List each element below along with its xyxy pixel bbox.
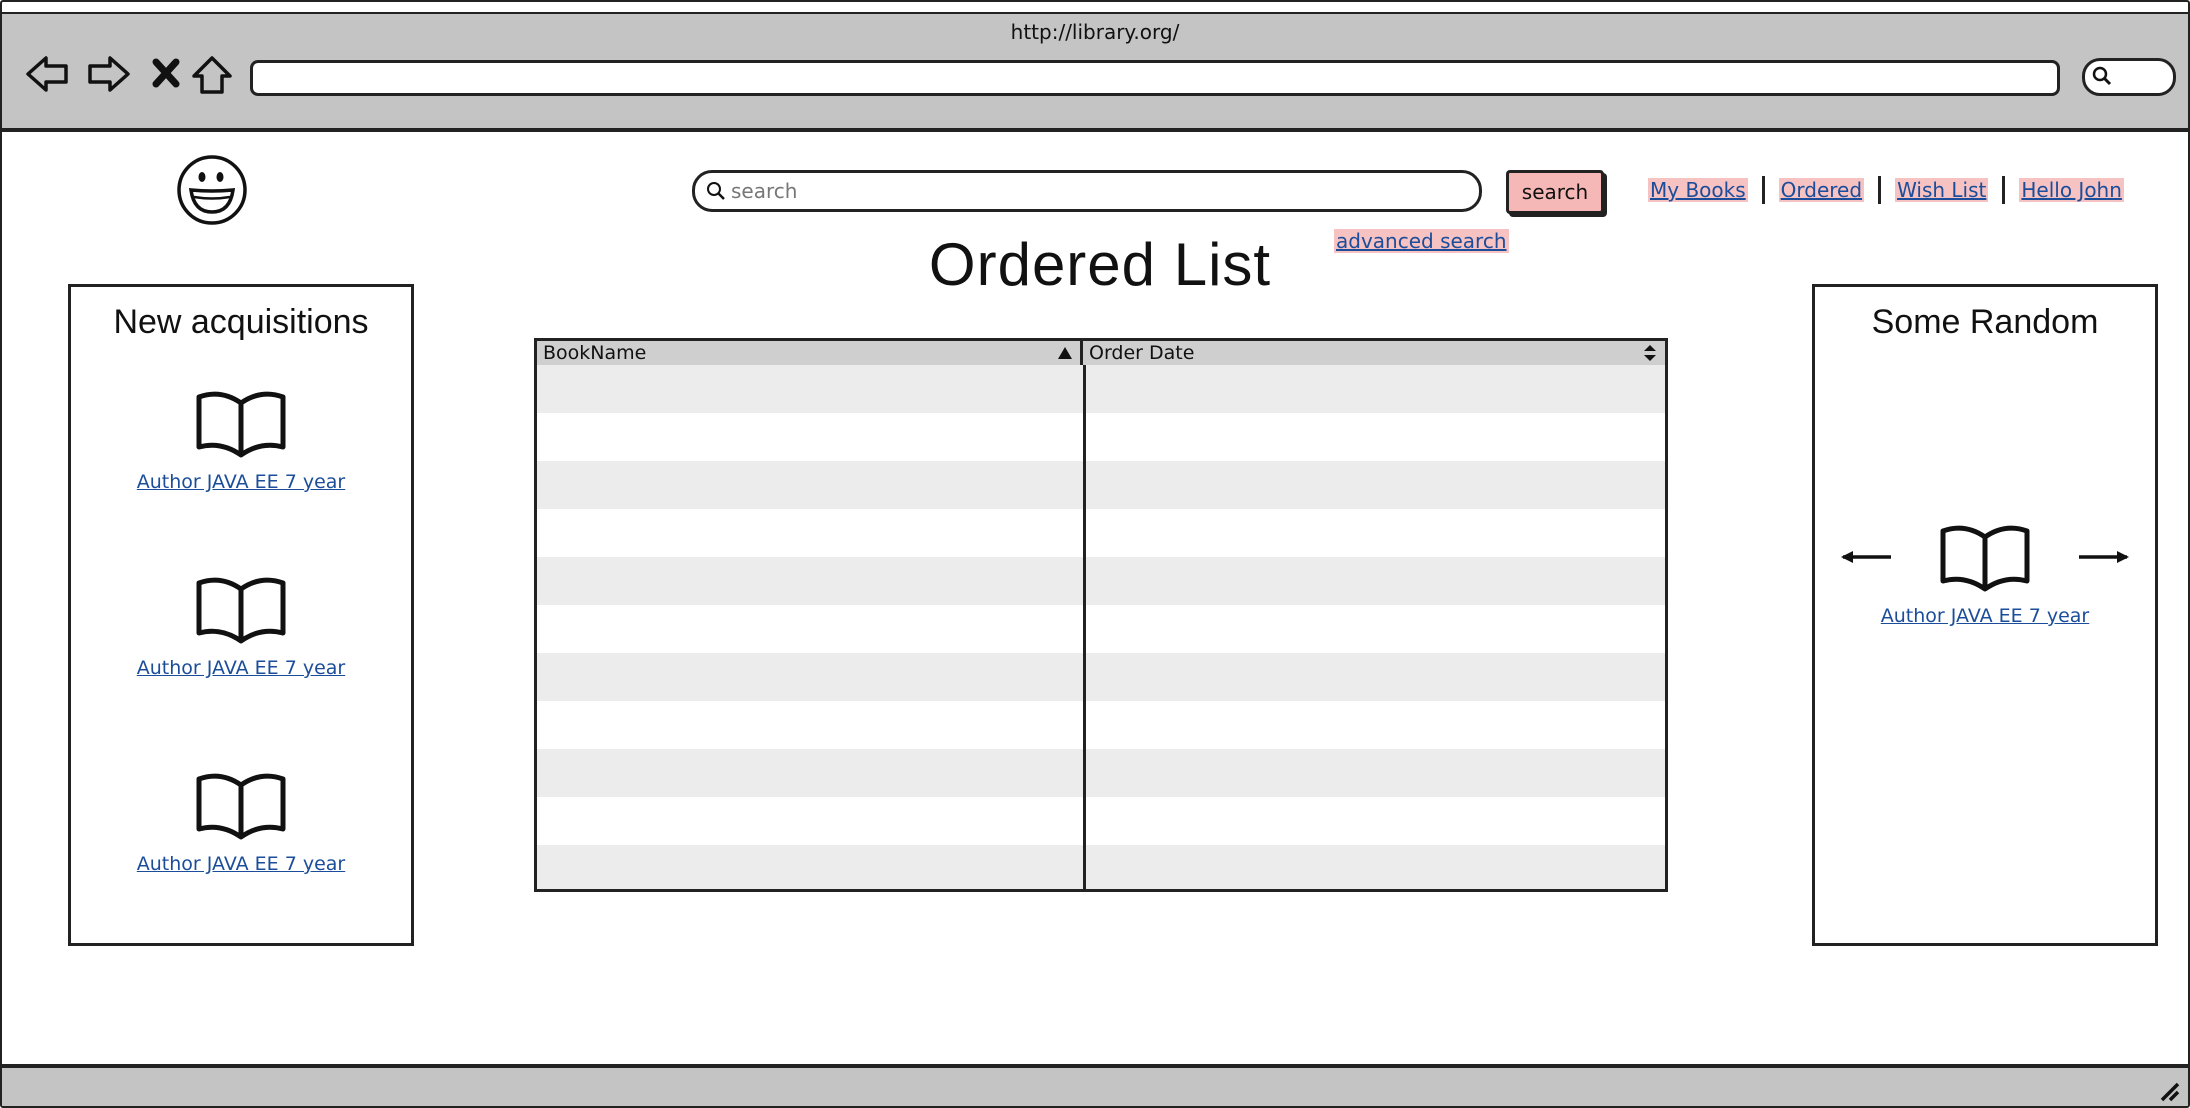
top-nav: My Books Ordered Wish List Hello John [1648,174,2124,206]
search-icon [707,182,725,200]
table-row[interactable] [537,653,1665,701]
book-icon [196,391,286,458]
column-label: Order Date [1089,342,1195,364]
sort-unsorted-icon [1644,345,1656,361]
book-icon [196,773,286,840]
table-row[interactable] [537,365,1665,413]
table-row[interactable] [537,749,1665,797]
table-row[interactable] [537,557,1665,605]
nav-link-my-books[interactable]: My Books [1648,178,1748,202]
right-arrow-icon[interactable] [2075,547,2131,567]
book-icon [196,577,286,644]
book-link[interactable]: Author JAVA EE 7 year [137,853,345,875]
nav-separator [1761,176,1765,204]
column-label: BookName [543,342,647,364]
page-title-text: Ordered List [928,231,1272,298]
some-random-panel: Some Random Author JAVA EE 7 year [1812,284,2158,946]
column-header-bookname[interactable]: BookName [537,341,1083,365]
search-icon [2092,66,2112,86]
book-icon [1940,525,2030,592]
browser-search-box[interactable] [2082,58,2176,96]
forward-icon[interactable] [84,50,132,98]
ordered-table: BookName Order Date [534,338,1668,892]
resize-grip-icon[interactable] [2154,1076,2182,1104]
nav-separator [1878,176,1882,204]
table-row[interactable] [537,845,1665,889]
nav-link-wish-list[interactable]: Wish List [1895,178,1989,202]
table-row[interactable] [537,413,1665,461]
search-button[interactable]: search [1506,170,1604,214]
panel-title: New acquisitions [113,303,369,341]
panel-title: Some Random [1871,303,2099,341]
table-row[interactable] [537,509,1665,557]
book-link[interactable]: Author JAVA EE 7 year [1881,605,2089,627]
table-body [537,365,1665,889]
nav-link-hello-john[interactable]: Hello John [2019,178,2124,202]
browser-chrome: http://library.org/ [2,12,2188,132]
nav-separator [2002,176,2006,204]
table-row[interactable] [537,605,1665,653]
sort-ascending-icon [1058,347,1072,359]
table-row[interactable] [537,797,1665,845]
status-bar [2,1064,2188,1106]
url-title: http://library.org/ [1010,20,1180,44]
book-link[interactable]: Author JAVA EE 7 year [137,657,345,679]
back-icon[interactable] [24,50,72,98]
column-header-order-date[interactable]: Order Date [1083,341,1665,365]
new-acquisitions-panel: New acquisitions Author JAVA EE 7 year A… [68,284,414,946]
table-row[interactable] [537,461,1665,509]
table-row[interactable] [537,701,1665,749]
nav-link-ordered[interactable]: Ordered [1778,178,1865,202]
book-item: Author JAVA EE 7 year [71,389,411,493]
smiley-logo-icon [174,152,250,228]
random-book-item: Author JAVA EE 7 year [1815,523,2155,627]
browser-window: http://library.org/ search search My Boo… [0,0,2190,1108]
table-header: BookName Order Date [537,341,1665,365]
search-field[interactable] [692,170,1482,212]
book-item: Author JAVA EE 7 year [71,771,411,875]
home-icon[interactable] [188,50,236,98]
search-input[interactable] [729,176,1453,206]
stop-icon[interactable] [142,50,190,98]
address-bar[interactable] [250,60,2060,96]
book-link[interactable]: Author JAVA EE 7 year [137,471,345,493]
column-divider [1083,365,1086,889]
book-item: Author JAVA EE 7 year [71,575,411,679]
